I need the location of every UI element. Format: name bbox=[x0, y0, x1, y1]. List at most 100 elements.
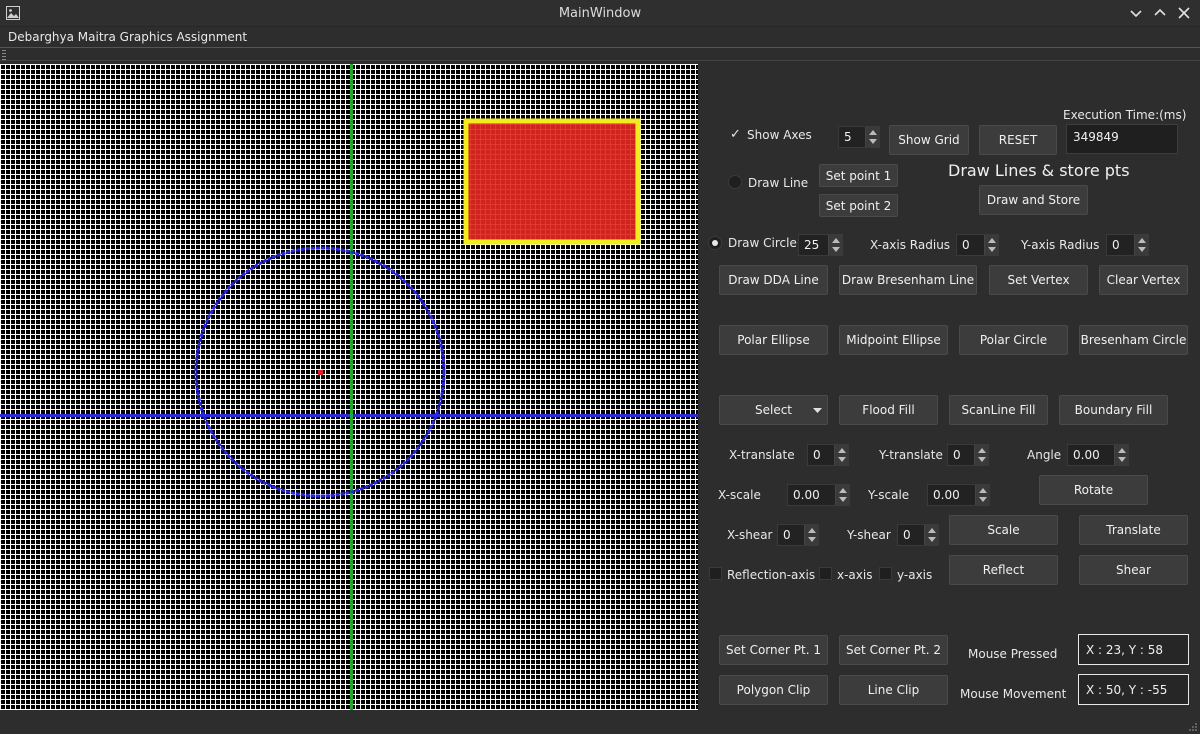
spin-arrows-icon[interactable] bbox=[804, 525, 818, 545]
canvas-overlay bbox=[0, 64, 698, 710]
set-vertex-button[interactable]: Set Vertex bbox=[989, 265, 1088, 295]
spin-arrows-icon[interactable] bbox=[974, 445, 988, 465]
draw-and-store-button[interactable]: Draw and Store bbox=[979, 185, 1088, 215]
translate-button[interactable]: Translate bbox=[1079, 515, 1188, 545]
draw-bresenham-line-button[interactable]: Draw Bresenham Line bbox=[839, 265, 977, 295]
draw-line-radio[interactable] bbox=[728, 175, 742, 189]
y-axis-radius-label: Y-axis Radius bbox=[1021, 238, 1100, 252]
y-axis-checkbox[interactable] bbox=[879, 567, 892, 580]
spin-arrows-icon[interactable] bbox=[835, 485, 849, 505]
mouse-movement-label: Mouse Movement bbox=[960, 687, 1067, 701]
line-clip-button[interactable]: Line Clip bbox=[839, 675, 948, 705]
x-axis-checkbox[interactable] bbox=[819, 567, 832, 580]
x-axis-radius-label: X-axis Radius bbox=[870, 238, 951, 252]
scanline-fill-button[interactable]: ScanLine Fill bbox=[949, 395, 1048, 425]
angle-value: 0.00 bbox=[1073, 448, 1100, 462]
circle-radius-value: 25 bbox=[804, 238, 820, 252]
x-axis-radius-spinbox[interactable]: 0 bbox=[956, 234, 999, 256]
y-shear-value: 0 bbox=[903, 528, 911, 542]
draw-circle-label[interactable]: Draw Circle bbox=[728, 236, 797, 250]
y-shear-label: Y-shear bbox=[847, 528, 891, 542]
set-point-2-button[interactable]: Set point 2 bbox=[819, 194, 898, 217]
spin-arrows-icon[interactable] bbox=[975, 485, 989, 505]
draw-dda-line-button[interactable]: Draw DDA Line bbox=[719, 265, 828, 295]
x-translate-value: 0 bbox=[813, 448, 821, 462]
close-icon[interactable] bbox=[1174, 4, 1194, 22]
scale-button[interactable]: Scale bbox=[949, 515, 1058, 545]
select-dropdown[interactable]: Select bbox=[719, 395, 828, 425]
shear-button[interactable]: Shear bbox=[1079, 555, 1188, 585]
window-title: MainWindow bbox=[558, 6, 642, 21]
y-translate-spinbox[interactable]: 0 bbox=[947, 444, 989, 466]
polar-circle-button[interactable]: Polar Circle bbox=[959, 325, 1068, 355]
y-axis-radius-value: 0 bbox=[1112, 238, 1120, 252]
clear-vertex-button[interactable]: Clear Vertex bbox=[1099, 265, 1188, 295]
polar-ellipse-button[interactable]: Polar Ellipse bbox=[719, 325, 828, 355]
rotate-button[interactable]: Rotate bbox=[1039, 475, 1148, 505]
check-icon[interactable]: ✓ bbox=[730, 127, 741, 142]
reflection-axis-label: Reflection-axis bbox=[727, 568, 816, 582]
reset-button[interactable]: RESET bbox=[979, 125, 1057, 155]
spin-arrows-icon[interactable] bbox=[834, 445, 848, 465]
menu-item-main[interactable]: Debarghya Maitra Graphics Assignment bbox=[8, 30, 247, 44]
y-translate-label: Y-translate bbox=[879, 448, 943, 462]
x-axis-radius-value: 0 bbox=[962, 238, 970, 252]
select-dropdown-value: Select bbox=[754, 403, 793, 417]
x-shear-value: 0 bbox=[783, 528, 791, 542]
reflect-button[interactable]: Reflect bbox=[949, 555, 1058, 585]
y-shear-spinbox[interactable]: 0 bbox=[897, 524, 939, 546]
toolbar bbox=[0, 47, 1200, 61]
grid-size-spinbox[interactable]: 5 bbox=[838, 126, 880, 148]
spin-arrows-icon[interactable] bbox=[865, 127, 879, 147]
show-grid-button[interactable]: Show Grid bbox=[889, 125, 969, 155]
execution-time-value: 349849 bbox=[1073, 130, 1119, 144]
y-scale-label: Y-scale bbox=[868, 488, 910, 502]
minimize-icon[interactable] bbox=[1126, 4, 1146, 22]
draw-line-label[interactable]: Draw Line bbox=[748, 176, 808, 190]
x-shear-spinbox[interactable]: 0 bbox=[777, 524, 819, 546]
set-corner-1-button[interactable]: Set Corner Pt. 1 bbox=[719, 635, 828, 665]
spin-arrows-icon[interactable] bbox=[1134, 235, 1148, 255]
midpoint-ellipse-button[interactable]: Midpoint Ellipse bbox=[839, 325, 948, 355]
maximize-icon[interactable] bbox=[1150, 4, 1170, 22]
y-translate-value: 0 bbox=[953, 448, 961, 462]
angle-spinbox[interactable]: 0.00 bbox=[1067, 444, 1129, 466]
resize-grip-icon[interactable] bbox=[1188, 722, 1198, 732]
drawing-canvas[interactable] bbox=[0, 64, 698, 710]
boundary-fill-button[interactable]: Boundary Fill bbox=[1059, 395, 1168, 425]
main-window: MainWindow Debarghya Maitra Graphics Ass… bbox=[0, 0, 1200, 734]
bresenham-circle-button[interactable]: Bresenham Circle bbox=[1079, 325, 1188, 355]
mouse-movement-value: X : 50, Y : -55 bbox=[1086, 683, 1168, 697]
x-shear-label: X-shear bbox=[727, 528, 773, 542]
reflection-axis-checkbox[interactable] bbox=[709, 567, 722, 580]
x-translate-label: X-translate bbox=[729, 448, 795, 462]
chevron-down-icon bbox=[813, 408, 822, 413]
x-axis-line bbox=[0, 414, 698, 417]
polygon-clip-button[interactable]: Polygon Clip bbox=[719, 675, 828, 705]
set-point-1-button[interactable]: Set point 1 bbox=[819, 164, 898, 187]
grid-size-value: 5 bbox=[844, 130, 852, 144]
x-scale-spinbox[interactable]: 0.00 bbox=[787, 484, 850, 506]
circle-radius-spinbox[interactable]: 25 bbox=[798, 234, 843, 256]
draw-lines-title: Draw Lines & store pts bbox=[948, 161, 1130, 180]
y-axis-line bbox=[350, 64, 353, 710]
x-axis-checkbox-label: x-axis bbox=[837, 568, 873, 582]
spin-arrows-icon[interactable] bbox=[828, 235, 842, 255]
flood-fill-button[interactable]: Flood Fill bbox=[839, 395, 938, 425]
y-scale-value: 0.00 bbox=[933, 488, 960, 502]
set-corner-2-button[interactable]: Set Corner Pt. 2 bbox=[839, 635, 948, 665]
spin-arrows-icon[interactable] bbox=[924, 525, 938, 545]
x-translate-spinbox[interactable]: 0 bbox=[807, 444, 849, 466]
spin-arrows-icon[interactable] bbox=[984, 235, 998, 255]
y-axis-radius-spinbox[interactable]: 0 bbox=[1106, 234, 1149, 256]
draw-circle-radio[interactable] bbox=[708, 236, 722, 250]
y-scale-spinbox[interactable]: 0.00 bbox=[927, 484, 990, 506]
title-bar: MainWindow bbox=[0, 0, 1200, 27]
mouse-pressed-output: X : 23, Y : 58 bbox=[1078, 634, 1189, 665]
spin-arrows-icon[interactable] bbox=[1114, 445, 1128, 465]
x-scale-value: 0.00 bbox=[793, 488, 820, 502]
show-axes-label[interactable]: Show Axes bbox=[747, 128, 812, 142]
mouse-pressed-value: X : 23, Y : 58 bbox=[1086, 643, 1164, 657]
menu-bar: Debarghya Maitra Graphics Assignment bbox=[0, 27, 1200, 47]
toolbar-grip[interactable] bbox=[2, 50, 6, 60]
